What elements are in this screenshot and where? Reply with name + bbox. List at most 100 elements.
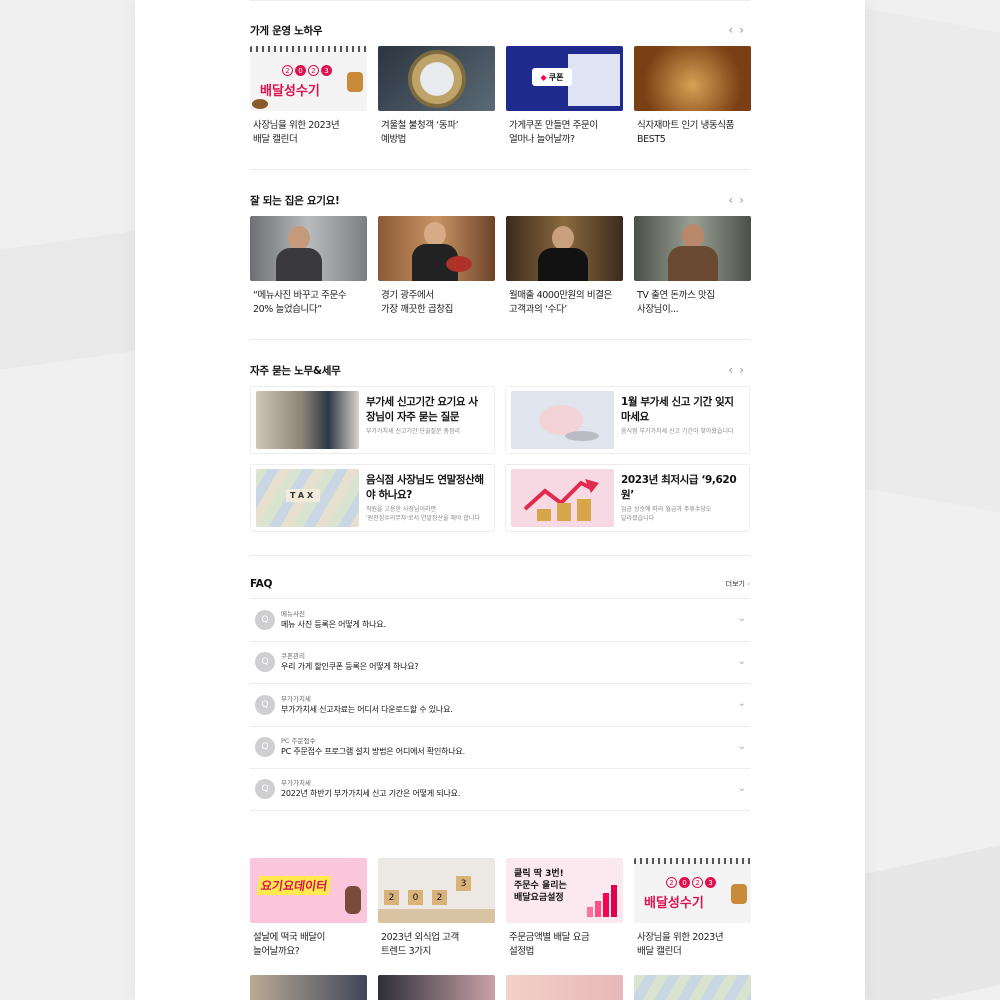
delivery-fee-thumbnail: 클릭 딱 3번! 주문수 올리는 배달요금설정 — [506, 858, 623, 923]
article-card[interactable]: 2 0 2 3 2023년 외식업 고객 트렌드 3가지 — [378, 858, 495, 959]
bar-illustration-piece — [603, 893, 609, 917]
article-card[interactable]: 요기요데이터 설날에 떡국 배달이 늘어날까요? — [250, 858, 367, 959]
card-caption: 겨울철 불청객 ‘동파’ 예방법 — [381, 120, 459, 145]
card-caption: 주문금액별 배달 요금 설정법 — [509, 932, 590, 957]
card-caption: 설날에 떡국 배달이 늘어날까요? — [253, 932, 325, 957]
tax-money-thumbnail: TAX — [256, 469, 359, 527]
article-card[interactable]: 2 0 2 3 배달성수기 사장님을 위한 2023년 배달 캘린더 — [250, 46, 367, 147]
card-row — [250, 975, 751, 1000]
article-card[interactable]: 겨울철 불청객 ‘동파’ 예방법 — [378, 46, 495, 147]
section-stories: 잘 되는 집은 요기요! ‹› “메뉴사진 바꾸고 주문수 20% 늘었습니다”… — [250, 193, 751, 317]
tile-subtitle: 부가가치세 신고기간 단골질문 총정리 — [366, 428, 461, 435]
faq-item[interactable]: Q 메뉴사진 메뉴 사진 등록은 어떻게 하나요. ⌄ — [250, 598, 750, 641]
chevron-down-icon[interactable]: ⌄ — [738, 698, 746, 709]
prev-arrow-icon[interactable]: ‹ — [728, 363, 739, 377]
wood-blocks-thumbnail: 2 0 2 3 — [378, 858, 495, 923]
section-title: 잘 되는 집은 요기요! — [250, 195, 340, 207]
bar-illustration — [587, 885, 617, 917]
background-shape — [860, 7, 1000, 513]
fee-art-text: 클릭 딱 3번! 주문수 올리는 배달요금설정 — [514, 869, 567, 903]
story-card[interactable]: TV 출연 돈까스 맛집 사장님이... — [634, 216, 751, 317]
year-digit: 2 — [282, 65, 293, 76]
next-arrow-icon[interactable]: › — [739, 23, 750, 37]
tax-article-tile[interactable]: 부가세 신고기간 요기요 사 장님이 자주 묻는 질문 부가가치세 신고기간 단… — [250, 386, 495, 454]
coins-illustration — [565, 431, 599, 441]
owner-photo — [250, 216, 367, 281]
coin-chart-thumbnail — [511, 469, 614, 527]
chevron-down-icon[interactable]: ⌄ — [738, 656, 746, 667]
year-block: 2 — [384, 890, 399, 905]
faq-item[interactable]: Q PC 주문접수 PC 주문접수 프로그램 설치 방법은 어디에서 확인하나요.… — [250, 725, 750, 769]
faq-list: Q 메뉴사진 메뉴 사진 등록은 어떻게 하나요. ⌄ Q 쿠폰관리 우리 가게 할… — [250, 598, 750, 811]
card-row: 요기요데이터 설날에 떡국 배달이 늘어날까요? 2 0 2 3 2023년 외… — [250, 858, 751, 959]
article-thumbnail — [634, 975, 751, 1000]
tax-article-tile[interactable]: TAX 음식점 사장님도 연말정산해 야 하나요? 직원을 고용한 사장님이라면… — [250, 464, 495, 532]
food-bag-illustration — [731, 884, 747, 904]
faq-item[interactable]: Q 쿠폰관리 우리 가게 할인쿠폰 등록은 어떻게 하나요? ⌄ — [250, 640, 750, 684]
next-arrow-icon[interactable]: › — [739, 193, 750, 207]
article-card[interactable]: 클릭 딱 3번! 주문수 올리는 배달요금설정 주문금액별 배달 요금 설정법 — [506, 858, 623, 959]
calendar-art-text: 배달성수기 — [260, 84, 320, 99]
year-digit: 2 — [692, 877, 703, 888]
more-label: 더보기 — [725, 580, 745, 588]
question-badge: Q — [255, 737, 275, 758]
food-bag-illustration — [347, 72, 363, 92]
owner-photo — [634, 216, 751, 281]
story-card[interactable]: 월매출 4000만원의 비결은 고객과의 ‘수다’ — [506, 216, 623, 317]
calendar-art-text: 배달성수기 — [644, 896, 704, 911]
article-card[interactable]: 식자재마트 인기 냉동식품 BEST5 — [634, 46, 751, 147]
meter-illustration — [408, 50, 466, 108]
article-card[interactable]: 2 0 2 3 배달성수기 사장님을 위한 2023년 배달 캘린더 — [634, 858, 751, 959]
chevron-down-icon[interactable]: ⌄ — [738, 783, 746, 794]
chevron-down-icon[interactable]: ⌄ — [738, 613, 746, 624]
article-card[interactable] — [506, 975, 623, 1000]
chevron-down-icon[interactable]: ⌄ — [738, 741, 746, 752]
year-digit: 3 — [705, 877, 716, 888]
card-caption: 경기 광주에서 가장 깨끗한 곱창집 — [381, 290, 453, 315]
article-card[interactable] — [378, 975, 495, 1000]
prev-arrow-icon[interactable]: ‹ — [728, 23, 739, 37]
story-card[interactable]: 경기 광주에서 가장 깨끗한 곱창집 — [378, 216, 495, 317]
section-faq: FAQ 더보기 › Q 메뉴사진 메뉴 사진 등록은 어떻게 하나요. ⌄ Q 쿠… — [250, 578, 750, 811]
tile-title: 2023년 최저시급 ‘9,620원’ — [621, 474, 737, 501]
section-title: 자주 묻는 노무&세무 — [250, 365, 341, 377]
year-digit: 0 — [679, 877, 690, 888]
question-badge: Q — [255, 779, 275, 800]
background-shape — [0, 230, 140, 370]
section-know-how: 가게 운영 노하우 ‹› 2 0 2 3 배달성수기 사장님을 위한 2023년… — [250, 23, 751, 147]
story-card[interactable]: “메뉴사진 바꾸고 주문수 20% 늘었습니다” — [250, 216, 367, 317]
dish-illustration — [446, 256, 472, 272]
person-head — [288, 226, 310, 250]
tax-article-tile[interactable]: 2023년 최저시급 ‘9,620원’ 임금 상승에 따라 월급과 주휴수당도 … — [505, 464, 750, 532]
calendar-rings — [250, 46, 367, 52]
year-digit: 3 — [321, 65, 332, 76]
tile-title: 부가세 신고기간 요기요 사 장님이 자주 묻는 질문 — [366, 396, 478, 423]
owner-photo — [506, 216, 623, 281]
person-body — [276, 248, 322, 281]
coupon-thumbnail: ◆ 쿠폰 — [506, 46, 623, 111]
article-card[interactable] — [250, 975, 367, 1000]
carousel-arrows: ‹› — [728, 193, 750, 207]
section-tax: 자주 묻는 노무&세무 ‹› 부가세 신고기간 요기요 사 장님이 자주 묻는 … — [250, 363, 750, 532]
person-body — [538, 248, 588, 281]
tax-article-tile[interactable]: 1월 부가세 신고 기간 잊지 마세요 음식점 부가가치세 신고 기간이 찾아왔… — [505, 386, 750, 454]
prev-arrow-icon[interactable]: ‹ — [728, 193, 739, 207]
year-block: 2 — [432, 890, 447, 905]
faq-item[interactable]: Q 부가가치세 2022년 하반기 부가가치세 신고 기간은 어떻게 되나요. ⌄ — [250, 768, 750, 811]
year-circles: 2 0 2 3 — [282, 65, 332, 76]
article-card[interactable] — [634, 975, 751, 1000]
more-link[interactable]: 더보기 › — [726, 579, 750, 589]
divider — [250, 0, 750, 1]
next-arrow-icon[interactable]: › — [739, 363, 750, 377]
rising-arrow-illustration — [523, 479, 599, 521]
article-card[interactable]: ◆ 쿠폰 가게쿠폰 만들면 주문이 얼마나 늘어날까? — [506, 46, 623, 147]
tag-icon: ◆ — [540, 72, 547, 82]
faq-item[interactable]: Q 부가가치세 부가가치세 신고자료는 어디서 다운로드할 수 있나요. ⌄ — [250, 683, 750, 726]
article-thumbnail — [250, 975, 367, 1000]
section-title: 가게 운영 노하우 — [250, 25, 323, 37]
question-badge: Q — [255, 694, 275, 715]
tile-title: 1월 부가세 신고 기간 잊지 마세요 — [621, 396, 734, 423]
year-digit: 2 — [666, 877, 677, 888]
faq-title: FAQ — [250, 578, 273, 590]
carousel-arrows: ‹› — [728, 23, 750, 37]
